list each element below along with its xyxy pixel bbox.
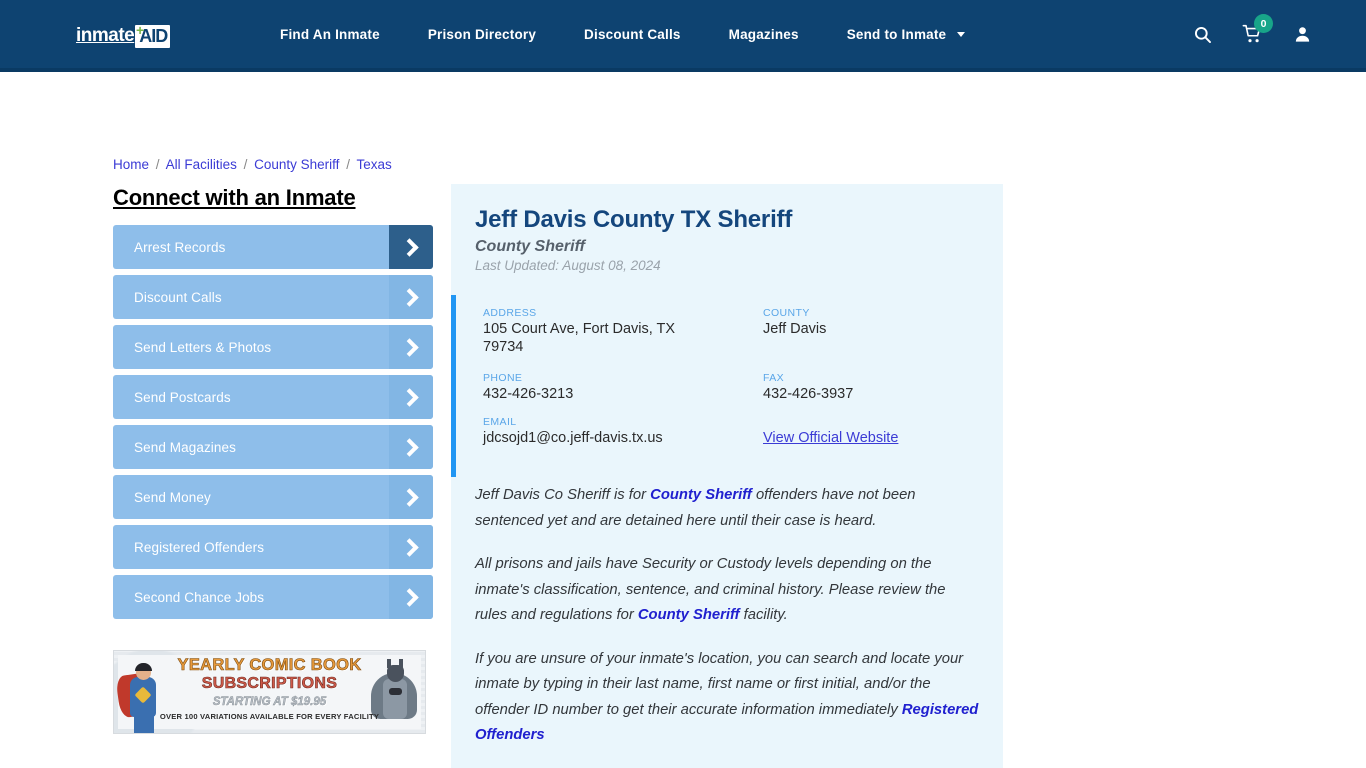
nav-label: Prison Directory bbox=[427, 26, 537, 42]
header-icon-group: 0 bbox=[1193, 0, 1312, 68]
contact-county-value: Jeff Davis bbox=[763, 321, 827, 337]
contact-email: EMAIL jdcsojd1@co.jeff-davis.tx.us bbox=[483, 416, 763, 463]
breadcrumb-separator: / bbox=[243, 157, 248, 172]
nav-label: Discount Calls bbox=[584, 26, 681, 42]
ad-subtitle: OVER 100 VARIATIONS AVAILABLE FOR EVERY … bbox=[159, 712, 380, 721]
sidebar-item-send-letters-photos[interactable]: Send Letters & Photos bbox=[113, 325, 433, 369]
chevron-down-icon bbox=[957, 31, 966, 37]
nav-item-find-an-inmate[interactable]: Find An Inmate bbox=[256, 27, 404, 42]
sidebar-item-label: Send Letters & Photos bbox=[134, 339, 272, 355]
contact-fax: FAX 432-426-3937 bbox=[763, 372, 1003, 416]
contact-email-value: jdcsojd1@co.jeff-davis.tx.us bbox=[483, 430, 663, 446]
contact-address-value: 105 Court Ave, Fort Davis, TX 79734 bbox=[483, 321, 676, 355]
contact-fax-label: FAX bbox=[763, 372, 785, 384]
chevron-right-icon bbox=[389, 575, 433, 619]
sidebar-item-send-money[interactable]: Send Money bbox=[113, 475, 433, 519]
contact-county: COUNTY Jeff Davis bbox=[763, 307, 1003, 372]
description-paragraph-1: Jeff Davis Co Sheriff is for County Sher… bbox=[475, 483, 981, 534]
chevron-right-icon bbox=[389, 425, 433, 469]
main-navigation: Find An Inmate Prison Directory Discount… bbox=[256, 0, 983, 68]
facility-last-updated: Last Updated: August 08, 2024 bbox=[475, 258, 661, 273]
nav-item-prison-directory[interactable]: Prison Directory bbox=[404, 27, 560, 42]
chevron-right-icon bbox=[389, 475, 433, 519]
page-body: Home / All Facilities / County Sheriff /… bbox=[0, 72, 1366, 768]
description-paragraph-3: If you are unsure of your inmate's locat… bbox=[475, 647, 981, 749]
sidebar: Connect with an Inmate Arrest Records Di… bbox=[113, 185, 433, 625]
ad-price: STARTING AT $19.95 bbox=[212, 696, 327, 709]
chevron-right-icon bbox=[389, 225, 433, 269]
breadcrumb: Home / All Facilities / County Sheriff /… bbox=[113, 157, 392, 172]
contact-website: View Official Website bbox=[763, 416, 1003, 463]
sidebar-item-label: Discount Calls bbox=[134, 289, 222, 305]
sidebar-item-label: Send Money bbox=[134, 489, 211, 505]
contact-phone-value: 432-426-3213 bbox=[483, 386, 574, 402]
site-header: inmate + AID Find An Inmate Prison Direc… bbox=[0, 0, 1366, 72]
facility-type: County Sheriff bbox=[475, 238, 585, 255]
nav-item-discount-calls[interactable]: Discount Calls bbox=[560, 27, 705, 42]
sidebar-item-label: Arrest Records bbox=[134, 239, 226, 255]
sidebar-item-label: Send Postcards bbox=[134, 389, 231, 405]
nav-label: Send to Inmate bbox=[846, 26, 947, 42]
breadcrumb-item-county-sheriff[interactable]: County Sheriff bbox=[254, 157, 339, 172]
search-icon[interactable] bbox=[1193, 25, 1212, 44]
contact-address-label: ADDRESS bbox=[483, 307, 537, 319]
breadcrumb-separator: / bbox=[155, 157, 160, 172]
breadcrumb-separator: / bbox=[346, 157, 350, 172]
desc-p2-part2: facility. bbox=[739, 607, 788, 623]
facility-contact-block: ADDRESS 105 Court Ave, Fort Davis, TX 79… bbox=[451, 295, 1003, 477]
chevron-right-icon bbox=[389, 525, 433, 569]
ad-title-line2: SUBSCRIPTIONS bbox=[201, 675, 338, 693]
sidebar-item-label: Registered Offenders bbox=[134, 539, 265, 555]
chevron-right-icon bbox=[389, 275, 433, 319]
sidebar-item-send-postcards[interactable]: Send Postcards bbox=[113, 375, 433, 419]
page-title: Jeff Davis County TX Sheriff bbox=[475, 206, 793, 233]
sidebar-item-label: Send Magazines bbox=[134, 439, 236, 455]
sidebar-item-send-magazines[interactable]: Send Magazines bbox=[113, 425, 433, 469]
chevron-right-icon bbox=[389, 375, 433, 419]
facility-detail-card: Jeff Davis County TX Sheriff County Sher… bbox=[451, 184, 1003, 768]
comic-book-subscription-ad[interactable]: YEARLY COMIC BOOK SUBSCRIPTIONS STARTING… bbox=[113, 650, 426, 734]
sidebar-item-discount-calls[interactable]: Discount Calls bbox=[113, 275, 433, 319]
contact-email-label: EMAIL bbox=[483, 416, 517, 428]
sidebar-item-second-chance-jobs[interactable]: Second Chance Jobs bbox=[113, 575, 433, 619]
contact-county-label: COUNTY bbox=[763, 307, 810, 319]
desc-p3-part1: If you are unsure of your inmate's locat… bbox=[475, 650, 964, 718]
desc-p1-highlight: County Sheriff bbox=[650, 487, 752, 503]
nav-item-send-to-inmate[interactable]: Send to Inmate bbox=[823, 27, 984, 42]
breadcrumb-item-all-facilities[interactable]: All Facilities bbox=[166, 157, 237, 172]
logo-word: inmate bbox=[76, 25, 135, 46]
user-icon[interactable] bbox=[1293, 25, 1312, 44]
header-inner: inmate + AID Find An Inmate Prison Direc… bbox=[0, 0, 1366, 68]
contact-phone-label: PHONE bbox=[483, 372, 523, 384]
sidebar-item-arrest-records[interactable]: Arrest Records bbox=[113, 225, 433, 269]
logo-plus-icon: + bbox=[136, 22, 144, 38]
breadcrumb-item-home[interactable]: Home bbox=[113, 157, 149, 172]
contact-address: ADDRESS 105 Court Ave, Fort Davis, TX 79… bbox=[483, 307, 763, 372]
contact-website-spacer bbox=[763, 416, 1003, 428]
contact-fax-value: 432-426-3937 bbox=[763, 386, 854, 402]
chevron-right-icon bbox=[389, 325, 433, 369]
nav-label: Find An Inmate bbox=[280, 26, 380, 42]
facility-description: Jeff Davis Co Sheriff is for County Sher… bbox=[451, 477, 1003, 749]
cart-count-badge: 0 bbox=[1254, 14, 1273, 33]
description-paragraph-2: All prisons and jails have Security or C… bbox=[475, 552, 981, 629]
site-logo[interactable]: inmate + AID bbox=[76, 22, 186, 48]
nav-label: Magazines bbox=[728, 26, 799, 42]
view-official-website-link[interactable]: View Official Website bbox=[763, 430, 898, 446]
breadcrumb-item-texas[interactable]: Texas bbox=[356, 157, 391, 172]
sidebar-item-registered-offenders[interactable]: Registered Offenders bbox=[113, 525, 433, 569]
sidebar-title: Connect with an Inmate bbox=[113, 185, 356, 210]
cart-icon[interactable]: 0 bbox=[1242, 14, 1273, 44]
desc-p1-part1: Jeff Davis Co Sheriff is for bbox=[475, 487, 651, 503]
desc-p2-highlight: County Sheriff bbox=[637, 607, 740, 623]
sidebar-item-label: Second Chance Jobs bbox=[134, 589, 265, 605]
ad-title-line1: YEARLY COMIC BOOK bbox=[177, 656, 362, 675]
nav-item-magazines[interactable]: Magazines bbox=[705, 27, 823, 42]
contact-phone: PHONE 432-426-3213 bbox=[483, 372, 763, 416]
